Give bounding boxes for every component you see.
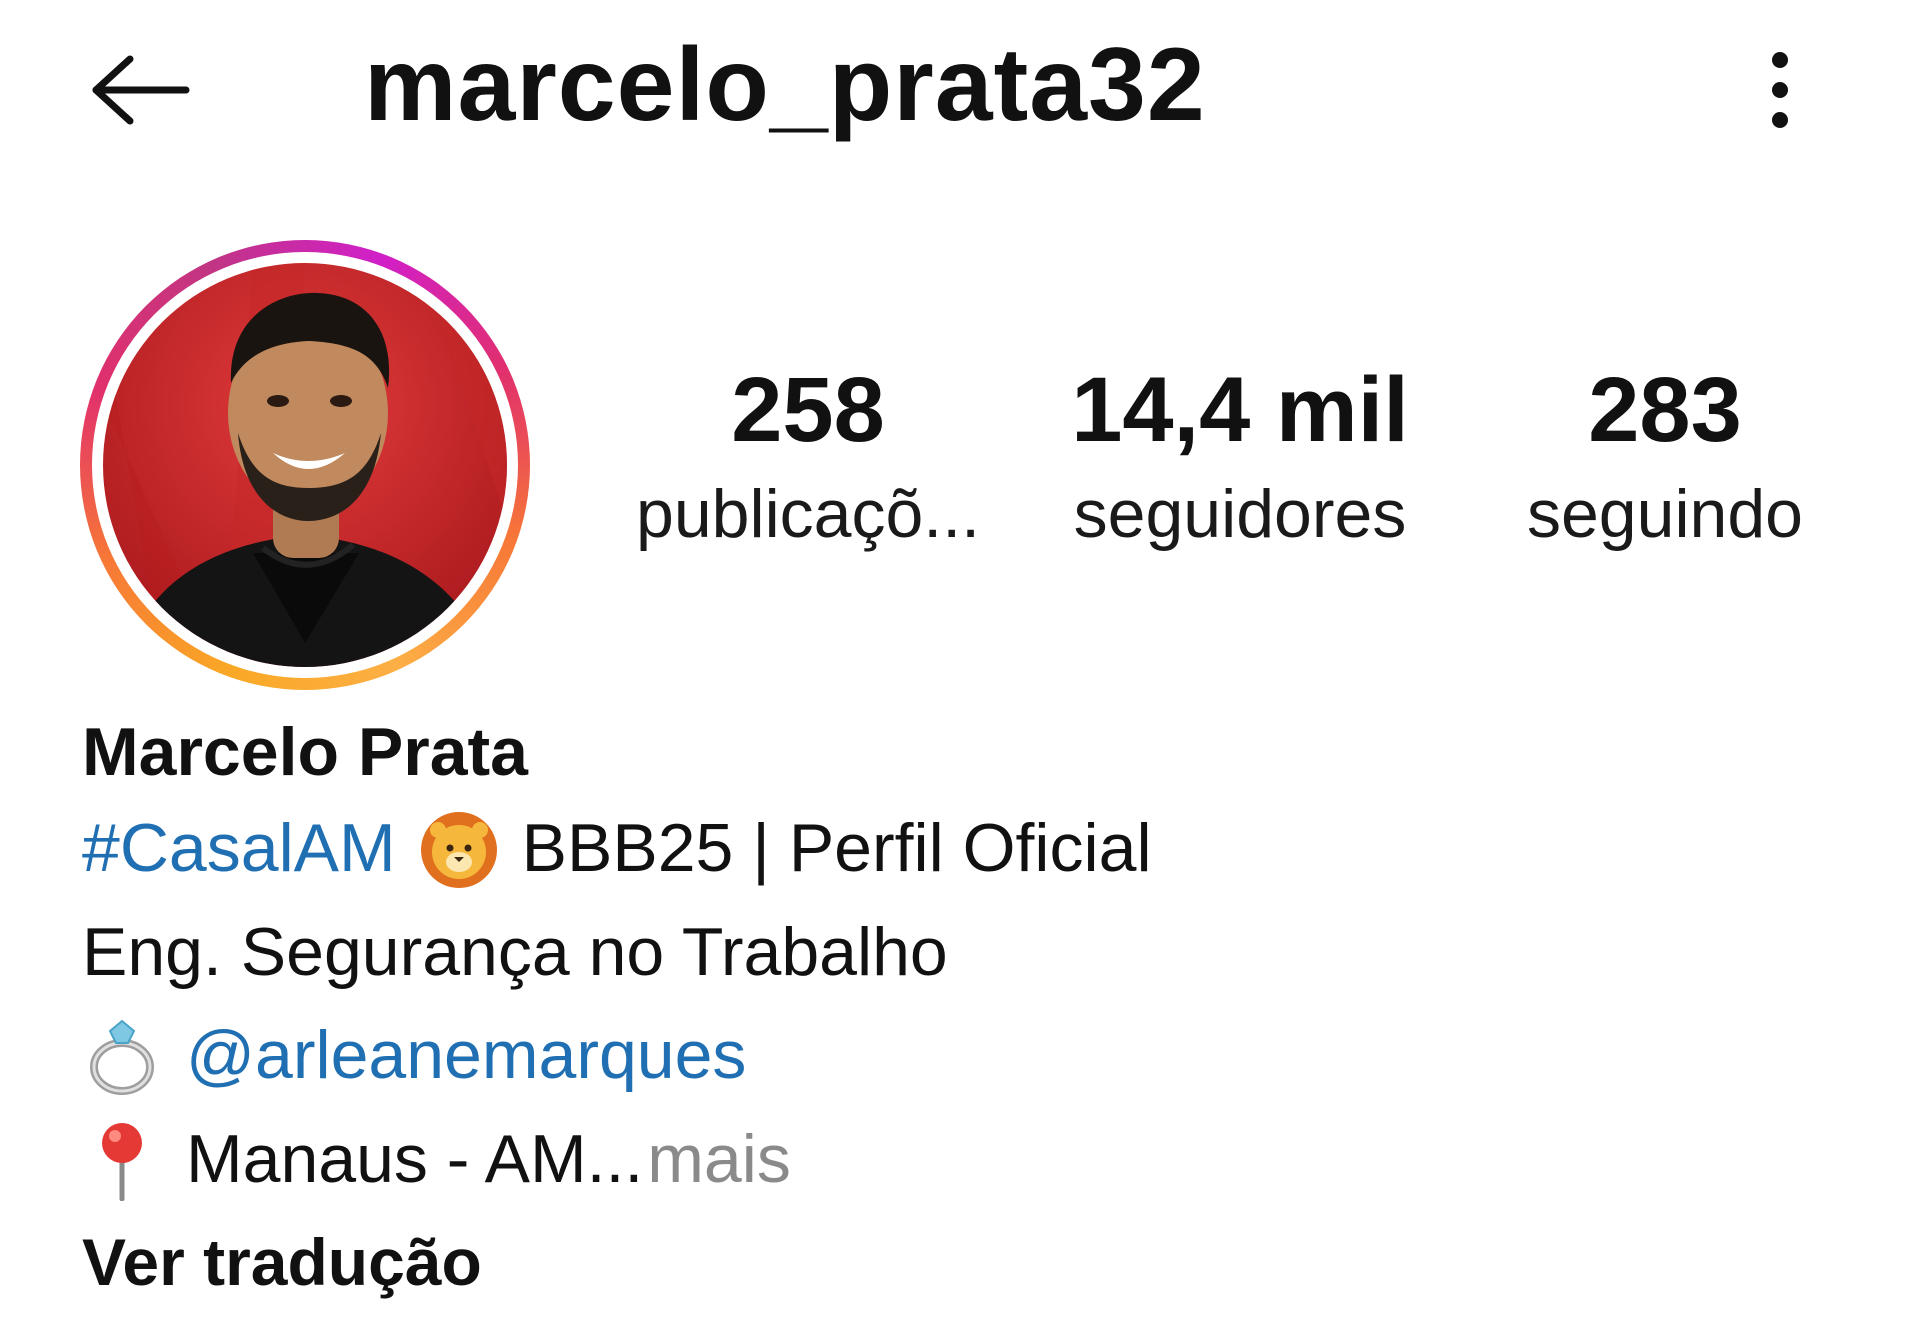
posts-count: 258 (731, 359, 885, 461)
pushpin-location-icon (102, 1123, 142, 1202)
bio-text-1: BBB25 | Perfil Oficial (521, 809, 1152, 886)
stat-followers[interactable]: 14,4 mil seguidores (1040, 359, 1440, 553)
followers-count: 14,4 mil (1071, 359, 1409, 461)
ring-icon (90, 1019, 154, 1096)
mention-link[interactable]: @arleanemarques (186, 1015, 746, 1097)
translate-link[interactable]: Ver tradução (82, 1223, 1782, 1302)
more-vertical-icon (1772, 52, 1788, 68)
more-link[interactable]: mais (647, 1119, 791, 1201)
followers-label: seguidores (1073, 476, 1407, 553)
location-text: Manaus - AM... (186, 1121, 644, 1198)
profile-header: marcelo_prata32 (0, 0, 1920, 180)
bio-line-4: Manaus - AM... mais (82, 1119, 1782, 1202)
following-label: seguindo (1526, 476, 1804, 553)
more-vertical-icon-dot (1772, 82, 1788, 98)
avatar-gap (92, 252, 518, 678)
display-name: Marcelo Prata (82, 714, 528, 790)
profile-photo (103, 263, 507, 667)
profile-bio: Marcelo Prata #CasalAM BBB25 | Perfil Of… (82, 712, 1782, 1302)
bio-text-2: Eng. Segurança no Trabalho (82, 913, 948, 990)
back-arrow-icon (92, 55, 190, 125)
lion-face-icon (420, 811, 497, 888)
bio-line-3: @arleanemarques (82, 1015, 1782, 1097)
avatar (103, 263, 507, 667)
stat-following[interactable]: 283 seguindo (1500, 359, 1830, 553)
hashtag-link[interactable]: #CasalAM (82, 808, 396, 890)
bio-line-1: #CasalAM BBB25 | Perfil Oficial (82, 808, 1782, 890)
stat-posts[interactable]: 258 publicaçõ... (608, 359, 1008, 553)
back-button[interactable] (70, 40, 210, 140)
profile-username: marcelo_prata32 (364, 27, 1206, 143)
more-options-button[interactable] (1740, 40, 1820, 140)
following-count: 283 (1588, 359, 1742, 461)
posts-label: publicaçõ... (636, 476, 980, 553)
bio-line-2: Eng. Segurança no Trabalho (82, 912, 1782, 994)
more-vertical-icon-dot (1772, 112, 1788, 128)
story-ring[interactable] (80, 240, 530, 690)
